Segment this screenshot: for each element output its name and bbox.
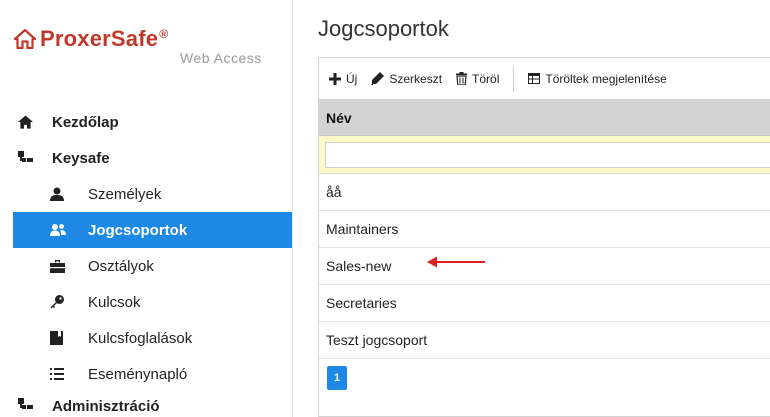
main-content: Jogcsoportok Új Szerkeszt Töröl Töröltek… xyxy=(318,0,770,417)
row-name: åå xyxy=(326,184,342,200)
data-grid: Új Szerkeszt Töröl Töröltek megjelenítés xyxy=(318,57,770,417)
grid-toolbar: Új Szerkeszt Töröl Töröltek megjelenítés xyxy=(319,58,770,100)
sidebar-divider xyxy=(292,0,293,417)
sidebar-item-label: Kezdőlap xyxy=(52,113,119,131)
list-icon xyxy=(50,368,70,380)
table-icon xyxy=(528,73,541,84)
sidebar-item-adminisztracio[interactable]: Adminisztráció xyxy=(0,392,292,417)
sidebar-item-szemelyek[interactable]: Személyek xyxy=(0,176,292,212)
table-row[interactable]: Secretaries xyxy=(319,285,770,322)
pencil-icon xyxy=(371,72,385,85)
sidebar-item-label: Kulcsfoglalások xyxy=(88,329,193,347)
sidebar-nav: Kezdőlap Keysafe Személyek Jogcsoportok xyxy=(0,104,292,417)
new-button-label: Új xyxy=(346,71,358,86)
new-button[interactable]: Új xyxy=(329,72,357,86)
pager: 1 xyxy=(319,359,770,397)
row-name: Teszt jogcsoport xyxy=(326,332,428,348)
house-logo-icon xyxy=(13,28,37,54)
sidebar-item-kulcsok[interactable]: Kulcsok xyxy=(0,284,292,320)
row-name: Sales-new xyxy=(326,258,392,274)
sidebar-item-jogcsoportok[interactable]: Jogcsoportok xyxy=(13,212,292,248)
column-header-nev[interactable]: Név xyxy=(319,100,770,136)
edit-button[interactable]: Szerkeszt xyxy=(371,72,442,86)
red-arrow-annotation-icon xyxy=(427,255,485,272)
delete-button[interactable]: Töröl xyxy=(456,72,499,86)
app-logo[interactable]: ProxerSafe® Web Access xyxy=(13,26,274,70)
show-deleted-button-label: Töröltek megjelenítése xyxy=(545,71,667,86)
table-row[interactable]: Sales-new xyxy=(319,248,770,285)
row-name: Secretaries xyxy=(326,295,397,311)
sidebar-item-kulcsfoglalasok[interactable]: Kulcsfoglalások xyxy=(0,320,292,356)
sidebar-item-label: Kulcsok xyxy=(88,293,141,311)
sidebar-item-label: Keysafe xyxy=(52,149,110,167)
sidebar-item-label: Adminisztráció xyxy=(52,398,160,415)
sidebar-item-label: Eseménynapló xyxy=(88,365,188,383)
brand-subtitle: Web Access xyxy=(180,50,262,66)
brand-name: ProxerSafe® xyxy=(40,26,169,51)
column-header-label: Név xyxy=(326,109,352,126)
plus-icon xyxy=(329,72,341,85)
table-row[interactable]: Teszt jogcsoport xyxy=(319,322,770,359)
delete-button-label: Töröl xyxy=(472,71,500,86)
briefcase-icon xyxy=(50,259,70,273)
user-icon xyxy=(50,187,70,201)
home-icon xyxy=(18,115,40,129)
sidebar-item-kezdolap[interactable]: Kezdőlap xyxy=(0,104,292,140)
toolbar-separator xyxy=(513,65,515,92)
trash-icon xyxy=(456,72,468,85)
bookmark-icon xyxy=(50,331,70,345)
sitemap-icon xyxy=(18,398,40,412)
row-name: Maintainers xyxy=(326,221,399,237)
table-row[interactable]: Maintainers xyxy=(319,211,770,248)
sidebar-item-label: Osztályok xyxy=(88,257,154,275)
name-filter-input[interactable] xyxy=(325,141,770,168)
users-icon xyxy=(50,223,70,237)
filter-row xyxy=(319,136,770,174)
page-button-current[interactable]: 1 xyxy=(327,366,347,390)
edit-button-label: Szerkeszt xyxy=(389,71,443,86)
key-icon xyxy=(50,295,70,309)
sidebar-item-osztalyok[interactable]: Osztályok xyxy=(0,248,292,284)
show-deleted-button[interactable]: Töröltek megjelenítése xyxy=(528,71,667,86)
sidebar-item-label: Jogcsoportok xyxy=(88,221,188,239)
page-title: Jogcsoportok xyxy=(318,16,449,41)
sidebar-item-esemenynaplo[interactable]: Eseménynapló xyxy=(0,356,292,392)
sidebar: ProxerSafe® Web Access Kezdőlap Keysafe … xyxy=(0,0,292,417)
table-row[interactable]: åå xyxy=(319,174,770,211)
sidebar-item-keysafe[interactable]: Keysafe xyxy=(0,140,292,176)
sitemap-icon xyxy=(18,151,40,165)
sidebar-item-label: Személyek xyxy=(88,185,162,203)
